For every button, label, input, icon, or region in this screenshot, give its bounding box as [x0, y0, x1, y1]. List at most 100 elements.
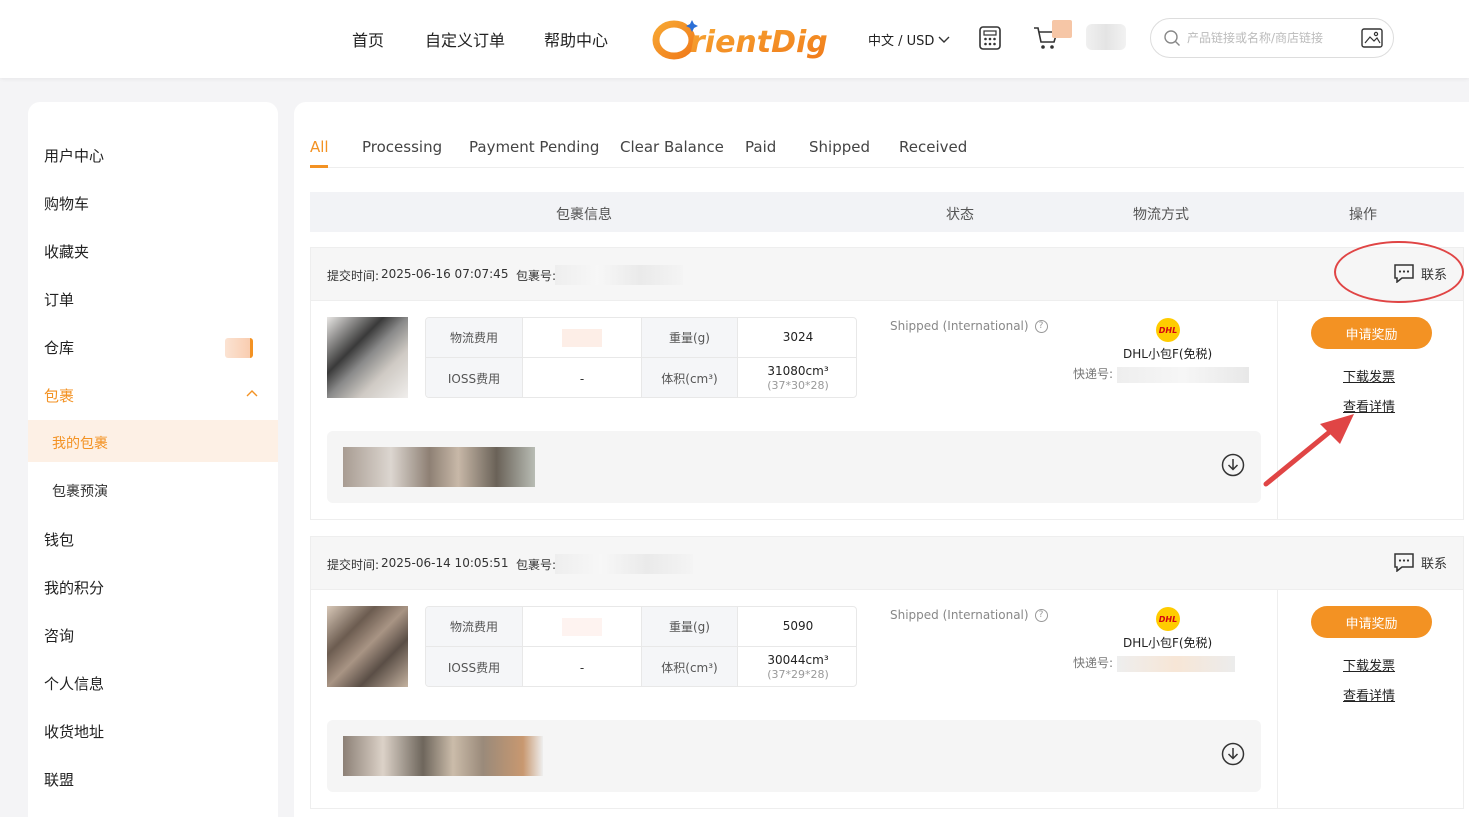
apply-reward-button[interactable]: 申请奖励	[1311, 317, 1432, 349]
svg-text:rientDig: rientDig	[690, 25, 828, 60]
help-icon[interactable]: ?	[1034, 608, 1048, 622]
sidebar: 用户中心 购物车 收藏夹 订单 仓库 包裹 我的包裹 包裹预演 钱包 我的积分 …	[28, 102, 278, 817]
sidebar-item-address[interactable]: 收货地址	[44, 721, 104, 742]
sidebar-sub-my-packages[interactable]: 我的包裹	[52, 433, 108, 453]
sidebar-item-user-center[interactable]: 用户中心	[44, 145, 104, 166]
chevron-down-icon	[938, 36, 950, 43]
product-thumbnail[interactable]	[327, 606, 408, 687]
sidebar-item-inquiry[interactable]: 咨询	[44, 625, 74, 646]
tab-received[interactable]: Received	[899, 138, 967, 156]
volume-cell: 31080cm³ (37*30*28)	[738, 358, 856, 397]
logistics-fee-value	[523, 318, 642, 358]
sidebar-item-packages[interactable]: 包裹	[44, 385, 74, 406]
sidebar-item-favorites[interactable]: 收藏夹	[44, 241, 89, 262]
logistics-fee-label: 物流费用	[426, 318, 523, 358]
nav-home[interactable]: 首页	[352, 27, 384, 51]
submit-time-label: 提交时间:	[327, 558, 380, 572]
nav-help-center[interactable]: 帮助中心	[544, 27, 608, 51]
search-icon[interactable]	[1163, 29, 1181, 47]
tracking-redacted	[1116, 655, 1235, 672]
item-thumbnails[interactable]	[343, 447, 535, 487]
contact-button[interactable]: 联系	[1393, 552, 1447, 572]
apply-reward-button[interactable]: 申请奖励	[1311, 606, 1432, 638]
sidebar-item-profile[interactable]: 个人信息	[44, 673, 104, 694]
weight-label: 重量(g)	[642, 318, 738, 358]
annotation-ellipse	[1334, 241, 1464, 303]
chat-icon	[1394, 553, 1414, 572]
status-tabs: All Processing Payment Pending Clear Bal…	[310, 138, 1464, 168]
package-items-strip	[327, 431, 1261, 503]
carrier-name: DHL小包F(免税)	[1123, 347, 1213, 361]
tab-all[interactable]: All	[310, 138, 329, 156]
package-number-label: 包裹号:	[516, 269, 557, 283]
submit-time: 2025-06-16 07:07:45	[381, 267, 509, 281]
cart-badge	[1052, 20, 1072, 38]
download-invoice-link[interactable]: 下载发票	[1343, 366, 1395, 385]
package-card: 提交时间: 2025-06-14 10:05:51 包裹号: 联系 物流费用 重…	[310, 536, 1464, 809]
logistics-fee-label: 物流费用	[426, 607, 523, 647]
chevron-up-icon[interactable]	[246, 389, 258, 397]
tab-payment-pending[interactable]: Payment Pending	[469, 138, 599, 156]
sidebar-item-affiliate[interactable]: 联盟	[44, 769, 74, 790]
tracking-redacted	[1116, 366, 1249, 383]
sidebar-sub-package-preview[interactable]: 包裹预演	[52, 481, 108, 501]
fee-table: 物流费用 重量(g) 3024 IOSS费用 - 体积(cm³) 31080cm…	[425, 317, 857, 398]
search-input[interactable]	[1187, 31, 1357, 45]
sidebar-item-wallet[interactable]: 钱包	[44, 529, 74, 550]
package-items-strip	[327, 720, 1261, 792]
status-text: Shipped (International)	[890, 608, 1029, 622]
volume-label: 体积(cm³)	[642, 647, 738, 686]
product-thumbnail[interactable]	[327, 317, 408, 398]
svg-text:DHL: DHL	[1159, 326, 1177, 335]
logistics-fee-value	[523, 607, 642, 647]
dhl-logo-icon: DHL	[1156, 318, 1180, 342]
shipping-status: Shipped (International) ?	[890, 608, 1048, 622]
svg-text:DHL: DHL	[1159, 615, 1177, 624]
sidebar-item-orders[interactable]: 订单	[44, 289, 74, 310]
download-icon[interactable]	[1221, 742, 1245, 766]
package-number-label: 包裹号:	[516, 558, 557, 572]
ioss-fee-value: -	[523, 647, 642, 686]
package-number-redacted	[555, 265, 683, 285]
tab-clear-balance[interactable]: Clear Balance	[620, 138, 724, 156]
shipping-status: Shipped (International) ?	[890, 319, 1048, 333]
item-thumbnails[interactable]	[343, 736, 543, 776]
avatar[interactable]	[1086, 24, 1126, 50]
orientdig-logo[interactable]: rientDig	[652, 14, 844, 62]
view-details-link[interactable]: 查看详情	[1343, 685, 1395, 704]
language-currency-select[interactable]: 中文 / USD	[868, 30, 950, 49]
col-actions: 操作	[1349, 207, 1377, 223]
ioss-fee-label: IOSS费用	[426, 358, 523, 397]
sidebar-item-points[interactable]: 我的积分	[44, 577, 104, 598]
tab-processing[interactable]: Processing	[362, 138, 442, 156]
help-icon[interactable]: ?	[1034, 319, 1048, 333]
actions-divider	[1277, 590, 1278, 808]
volume-cell: 30044cm³ (37*29*28)	[738, 647, 856, 686]
calculator-icon[interactable]	[979, 26, 1001, 50]
sidebar-item-warehouse[interactable]: 仓库	[44, 337, 74, 358]
sidebar-item-cart[interactable]: 购物车	[44, 193, 89, 214]
annotation-arrow-icon	[1263, 414, 1354, 487]
warehouse-badge	[225, 338, 253, 358]
contact-label: 联系	[1420, 556, 1447, 572]
download-icon[interactable]	[1221, 453, 1245, 477]
image-search-icon[interactable]	[1361, 28, 1383, 48]
tab-paid[interactable]: Paid	[745, 138, 776, 156]
volume-value: 30044cm³	[767, 652, 829, 667]
dhl-logo-icon: DHL	[1156, 607, 1180, 631]
package-header: 提交时间: 2025-06-14 10:05:51 包裹号: 联系	[311, 537, 1463, 590]
volume-value: 31080cm³	[767, 363, 829, 378]
submit-time-label: 提交时间:	[327, 269, 380, 283]
tracking-label: 快递号:	[1073, 367, 1114, 381]
ioss-fee-value: -	[523, 358, 642, 397]
tab-shipped[interactable]: Shipped	[809, 138, 870, 156]
download-invoice-link[interactable]: 下载发票	[1343, 655, 1395, 674]
tracking-number: 快递号:	[1073, 365, 1249, 383]
volume-label: 体积(cm³)	[642, 358, 738, 397]
package-number-redacted	[555, 554, 693, 574]
weight-value: 5090	[738, 607, 856, 647]
nav-custom-order[interactable]: 自定义订单	[425, 27, 505, 51]
volume-dims: (37*29*28)	[767, 668, 829, 682]
active-tab-indicator	[310, 165, 328, 168]
tracking-number: 快递号:	[1073, 654, 1235, 672]
